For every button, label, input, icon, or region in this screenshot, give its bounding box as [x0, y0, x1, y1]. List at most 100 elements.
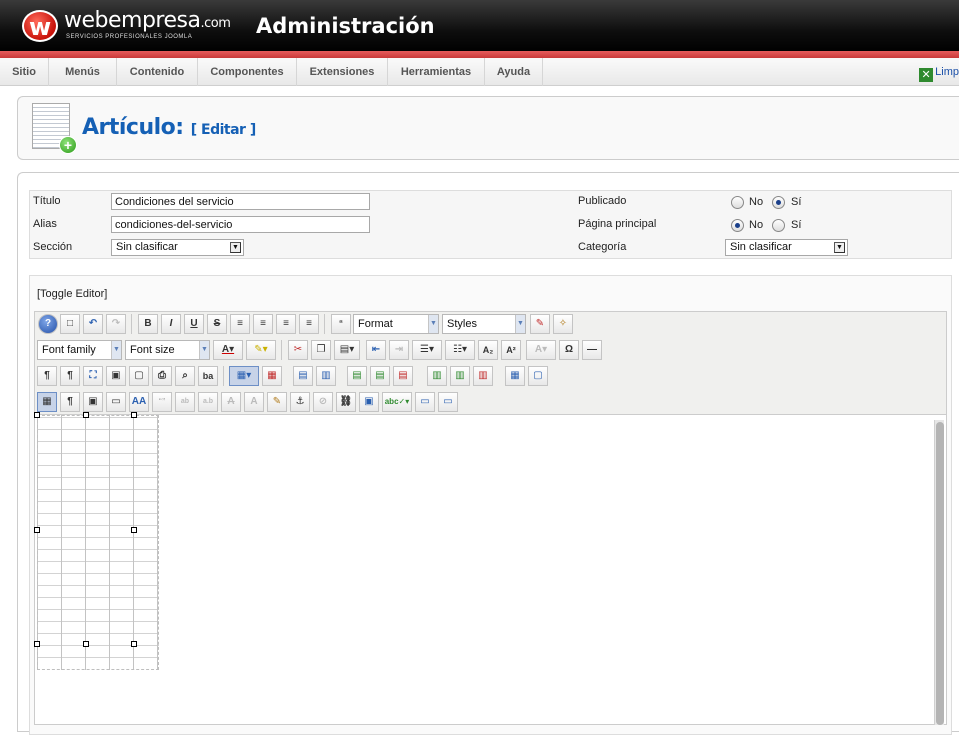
table-resize-handle[interactable] [34, 527, 40, 533]
insert-row-before-icon[interactable]: ▤ [347, 366, 367, 386]
ins-icon[interactable]: A [244, 392, 264, 412]
italic-icon[interactable]: I [161, 314, 181, 334]
outdent-icon[interactable]: ⇤ [366, 340, 386, 360]
spellcheck-icon[interactable]: abc✓▾ [382, 392, 412, 412]
titulo-input[interactable] [111, 193, 370, 210]
content-table[interactable] [37, 415, 159, 670]
menu-item-ayuda[interactable]: Ayuda [485, 58, 543, 86]
print-icon[interactable]: ⎙ [152, 366, 172, 386]
styleprops-icon[interactable]: AA [129, 392, 149, 412]
insert-col-after-icon[interactable]: ▥ [450, 366, 470, 386]
split-cells-icon[interactable]: ▦ [505, 366, 525, 386]
font-family-select[interactable]: Font family ▼ [37, 340, 122, 360]
table-row-props-icon[interactable]: ▤ [293, 366, 313, 386]
anchor-icon[interactable]: ⚓ [290, 392, 310, 412]
attribs-icon[interactable]: ✎ [267, 392, 287, 412]
fullscreen-icon[interactable]: ⛶ [83, 366, 103, 386]
format-select[interactable]: Format ▼ [353, 314, 439, 334]
absolute-layer-icon[interactable]: ▭ [106, 392, 126, 412]
undo-icon[interactable]: ↶ [83, 314, 103, 334]
alias-input[interactable] [111, 216, 370, 233]
strikethrough-icon[interactable]: S [207, 314, 227, 334]
pagina-si-radio[interactable] [772, 219, 785, 232]
toggle-editor-link[interactable]: [Toggle Editor] [37, 288, 107, 300]
numbered-list-icon[interactable]: ☰▾ [412, 340, 442, 360]
menu-item-contenido[interactable]: Contenido [117, 58, 198, 86]
highlight-color-icon[interactable]: ✎▾ [246, 340, 276, 360]
rtl-paragraph-icon[interactable]: ¶ [60, 366, 80, 386]
insert-table-icon[interactable]: ▦▾ [229, 366, 259, 386]
unlink-icon[interactable]: ⊘ [313, 392, 333, 412]
ltr-paragraph-icon[interactable]: ¶ [37, 366, 57, 386]
table-resize-handle[interactable] [131, 527, 137, 533]
visual-aid-icon[interactable]: ▦ [37, 392, 57, 412]
bold-icon[interactable]: B [138, 314, 158, 334]
pagina-no-radio[interactable] [731, 219, 744, 232]
show-blocks-icon[interactable]: ¶ [60, 392, 80, 412]
eraser-icon[interactable]: ✎ [530, 314, 550, 334]
pagebreak-icon[interactable]: ▭ [415, 392, 435, 412]
publicado-no-radio[interactable] [731, 196, 744, 209]
menu-item-sitio[interactable]: Sitio [0, 58, 49, 86]
scrollbar-thumb[interactable] [936, 422, 944, 725]
menu-item-menus[interactable]: Menús [49, 58, 117, 86]
table-resize-handle[interactable] [34, 641, 40, 647]
cut-icon[interactable]: ✂ [288, 340, 308, 360]
indent-icon[interactable]: ⇥ [389, 340, 409, 360]
cite-icon[interactable]: “” [152, 392, 172, 412]
format-painter-icon[interactable]: A▾ [526, 340, 556, 360]
styles-select[interactable]: Styles ▼ [442, 314, 526, 334]
underline-icon[interactable]: U [184, 314, 204, 334]
publicado-si-radio[interactable] [772, 196, 785, 209]
menu-item-herramientas[interactable]: Herramientas [388, 58, 485, 86]
categoria-select[interactable]: Sin clasificar ▼ [725, 239, 848, 256]
align-right-icon[interactable]: ≡ [299, 314, 319, 334]
seccion-select[interactable]: Sin clasificar ▼ [111, 239, 244, 256]
table-resize-handle[interactable] [131, 641, 137, 647]
new-document-icon[interactable]: □ [60, 314, 80, 334]
superscript-icon[interactable]: A² [501, 340, 521, 360]
replace-icon[interactable]: ba [198, 366, 218, 386]
table-resize-handle[interactable] [83, 641, 89, 647]
menu-item-componentes[interactable]: Componentes [198, 58, 297, 86]
acronym-icon[interactable]: a.b [198, 392, 218, 412]
delete-table-icon[interactable]: ▦ [262, 366, 282, 386]
copy-icon[interactable]: ❐ [311, 340, 331, 360]
insert-layer-icon[interactable]: ▣ [83, 392, 103, 412]
search-icon[interactable]: ⌕ [175, 366, 195, 386]
align-left-icon[interactable]: ≡ [276, 314, 296, 334]
insert-col-before-icon[interactable]: ▥ [427, 366, 447, 386]
subscript-icon[interactable]: A₂ [478, 340, 498, 360]
redo-icon[interactable]: ↷ [106, 314, 126, 334]
menu-item-extensiones[interactable]: Extensiones [297, 58, 388, 86]
logout-link[interactable]: ✕ Limp [919, 58, 959, 86]
blockquote-icon[interactable]: “ [331, 314, 351, 334]
template-icon[interactable]: ▢ [129, 366, 149, 386]
image-icon[interactable]: ▣ [359, 392, 379, 412]
table-resize-handle[interactable] [83, 412, 89, 418]
paste-icon[interactable]: ▤▾ [334, 340, 360, 360]
readmore-icon[interactable]: ▭ [438, 392, 458, 412]
table-resize-handle[interactable] [34, 412, 40, 418]
special-char-icon[interactable]: Ω [559, 340, 579, 360]
font-size-select[interactable]: Font size ▼ [125, 340, 210, 360]
table-cell-props-icon[interactable]: ▥ [316, 366, 336, 386]
table-resize-handle[interactable] [131, 412, 137, 418]
preview-icon[interactable]: ▣ [106, 366, 126, 386]
bullet-list-icon[interactable]: ☷▾ [445, 340, 475, 360]
delete-col-icon[interactable]: ▥ [473, 366, 493, 386]
del-icon[interactable]: A [221, 392, 241, 412]
delete-row-icon[interactable]: ▤ [393, 366, 413, 386]
horizontal-rule-icon[interactable]: — [582, 340, 602, 360]
editor-content-area[interactable] [34, 415, 947, 725]
help-icon[interactable]: ? [38, 314, 58, 334]
insert-row-after-icon[interactable]: ▤ [370, 366, 390, 386]
cleanup-broom-icon[interactable]: ✧ [553, 314, 573, 334]
merge-cells-icon[interactable]: ▢ [528, 366, 548, 386]
abbr-icon[interactable]: ab [175, 392, 195, 412]
text-color-icon[interactable]: A▾ [213, 340, 243, 360]
editor-scrollbar[interactable] [934, 420, 944, 725]
align-center-icon[interactable]: ≡ [253, 314, 273, 334]
link-icon[interactable]: ⛓ [336, 392, 356, 412]
align-justify-icon[interactable]: ≡ [230, 314, 250, 334]
